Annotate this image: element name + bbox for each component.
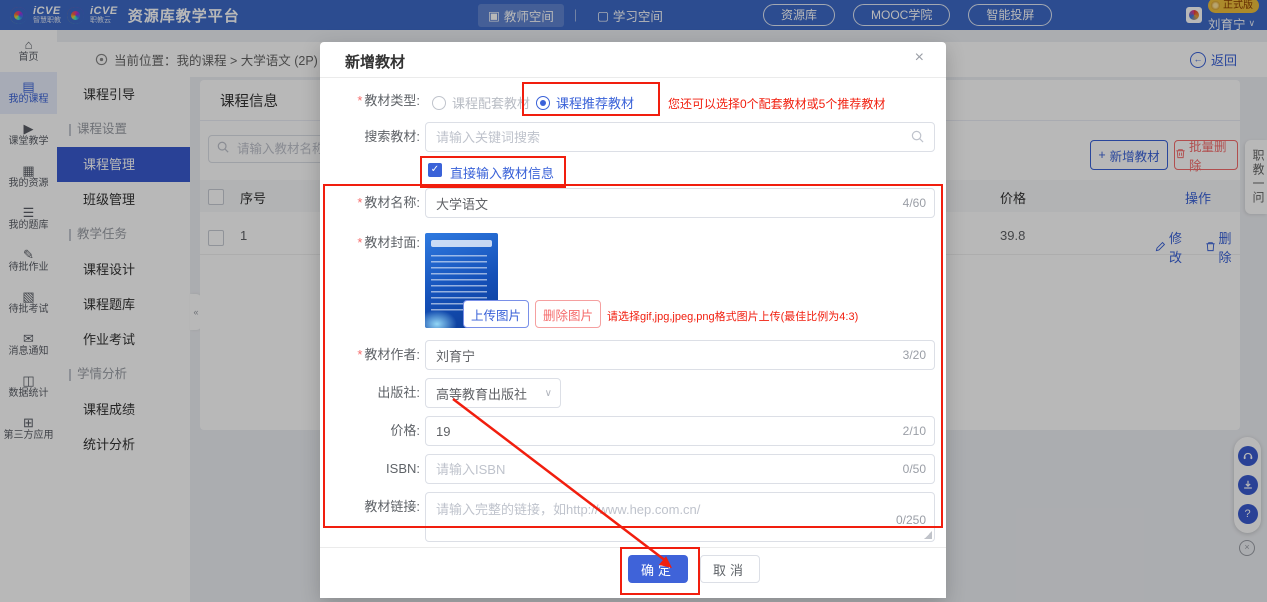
isbn-label: ISBN:: [320, 454, 420, 484]
type-quota-note: 您还可以选择0个配套教材或5个推荐教材: [668, 95, 885, 112]
material-author-label: 教材作者:: [364, 347, 420, 362]
add-material-modal: 新增教材 × *教材类型: 课程配套教材 课程推荐教材 您还可以选择0个配套教材…: [320, 42, 946, 598]
modal-header: 新增教材 ×: [320, 42, 946, 78]
price-input[interactable]: [426, 424, 934, 439]
material-name-field: 4/60: [425, 188, 935, 218]
modal-title: 新增教材: [345, 51, 405, 72]
isbn-counter: 0/50: [903, 455, 926, 483]
radio-recommended-material[interactable]: 课程推荐教材: [536, 93, 634, 112]
material-name-input[interactable]: [426, 196, 934, 211]
name-counter: 4/60: [903, 189, 926, 217]
direct-input-row: ✓ 直接输入教材信息: [320, 160, 946, 182]
material-cover-label: 教材封面:: [364, 235, 420, 250]
publisher-label: 出版社:: [320, 378, 420, 408]
isbn-input[interactable]: [426, 462, 934, 477]
radio-icon: [432, 96, 446, 110]
radio-selected-icon: [536, 96, 550, 110]
cover-format-note: 请选择gif,jpg,jpeg,png格式图片上传(最佳比例为4:3): [607, 308, 858, 324]
link-counter: 0/250: [896, 513, 926, 527]
checkbox-checked-icon[interactable]: ✓: [428, 163, 442, 177]
publisher-value: 高等教育出版社: [436, 384, 527, 403]
upload-image-button[interactable]: 上传图片: [463, 300, 529, 328]
material-type-row: *教材类型: 课程配套教材 课程推荐教材 您还可以选择0个配套教材或5个推荐教材: [320, 86, 946, 116]
search-icon: [911, 130, 924, 148]
price-field: 2/10: [425, 416, 935, 446]
material-name-label: 教材名称:: [364, 195, 420, 210]
price-row: 价格: 2/10: [320, 416, 946, 446]
search-material-label: 搜索教材:: [320, 122, 420, 152]
confirm-button[interactable]: 确定: [628, 555, 688, 583]
material-author-row: *教材作者: 3/20: [320, 340, 946, 370]
material-type-label: 教材类型:: [364, 93, 420, 108]
material-author-field: 3/20: [425, 340, 935, 370]
material-link-textarea[interactable]: [426, 493, 934, 541]
direct-input-label[interactable]: 直接输入教材信息: [450, 163, 554, 182]
chevron-down-icon: ∨: [545, 388, 552, 399]
price-label: 价格:: [320, 416, 420, 446]
search-material-input[interactable]: [426, 130, 934, 145]
required-mark: *: [357, 93, 362, 108]
author-counter: 3/20: [903, 341, 926, 369]
isbn-field: 0/50: [425, 454, 935, 484]
modal-footer-divider: [320, 547, 946, 548]
close-icon[interactable]: ×: [915, 49, 924, 67]
delete-image-button[interactable]: 删除图片: [535, 300, 601, 328]
radio-supporting-material[interactable]: 课程配套教材: [432, 93, 530, 112]
material-name-row: *教材名称: 4/60: [320, 188, 946, 218]
material-link-field: 0/250: [425, 492, 935, 542]
search-material-field: [425, 122, 935, 152]
material-author-input[interactable]: [426, 348, 934, 363]
publisher-select[interactable]: 高等教育出版社 ∨: [425, 378, 561, 408]
publisher-row: 出版社: 高等教育出版社 ∨: [320, 378, 946, 408]
search-material-row: 搜索教材:: [320, 122, 946, 152]
isbn-row: ISBN: 0/50: [320, 454, 946, 484]
cancel-button[interactable]: 取消: [700, 555, 760, 583]
material-link-label: 教材链接:: [320, 492, 420, 522]
price-counter: 2/10: [903, 417, 926, 445]
